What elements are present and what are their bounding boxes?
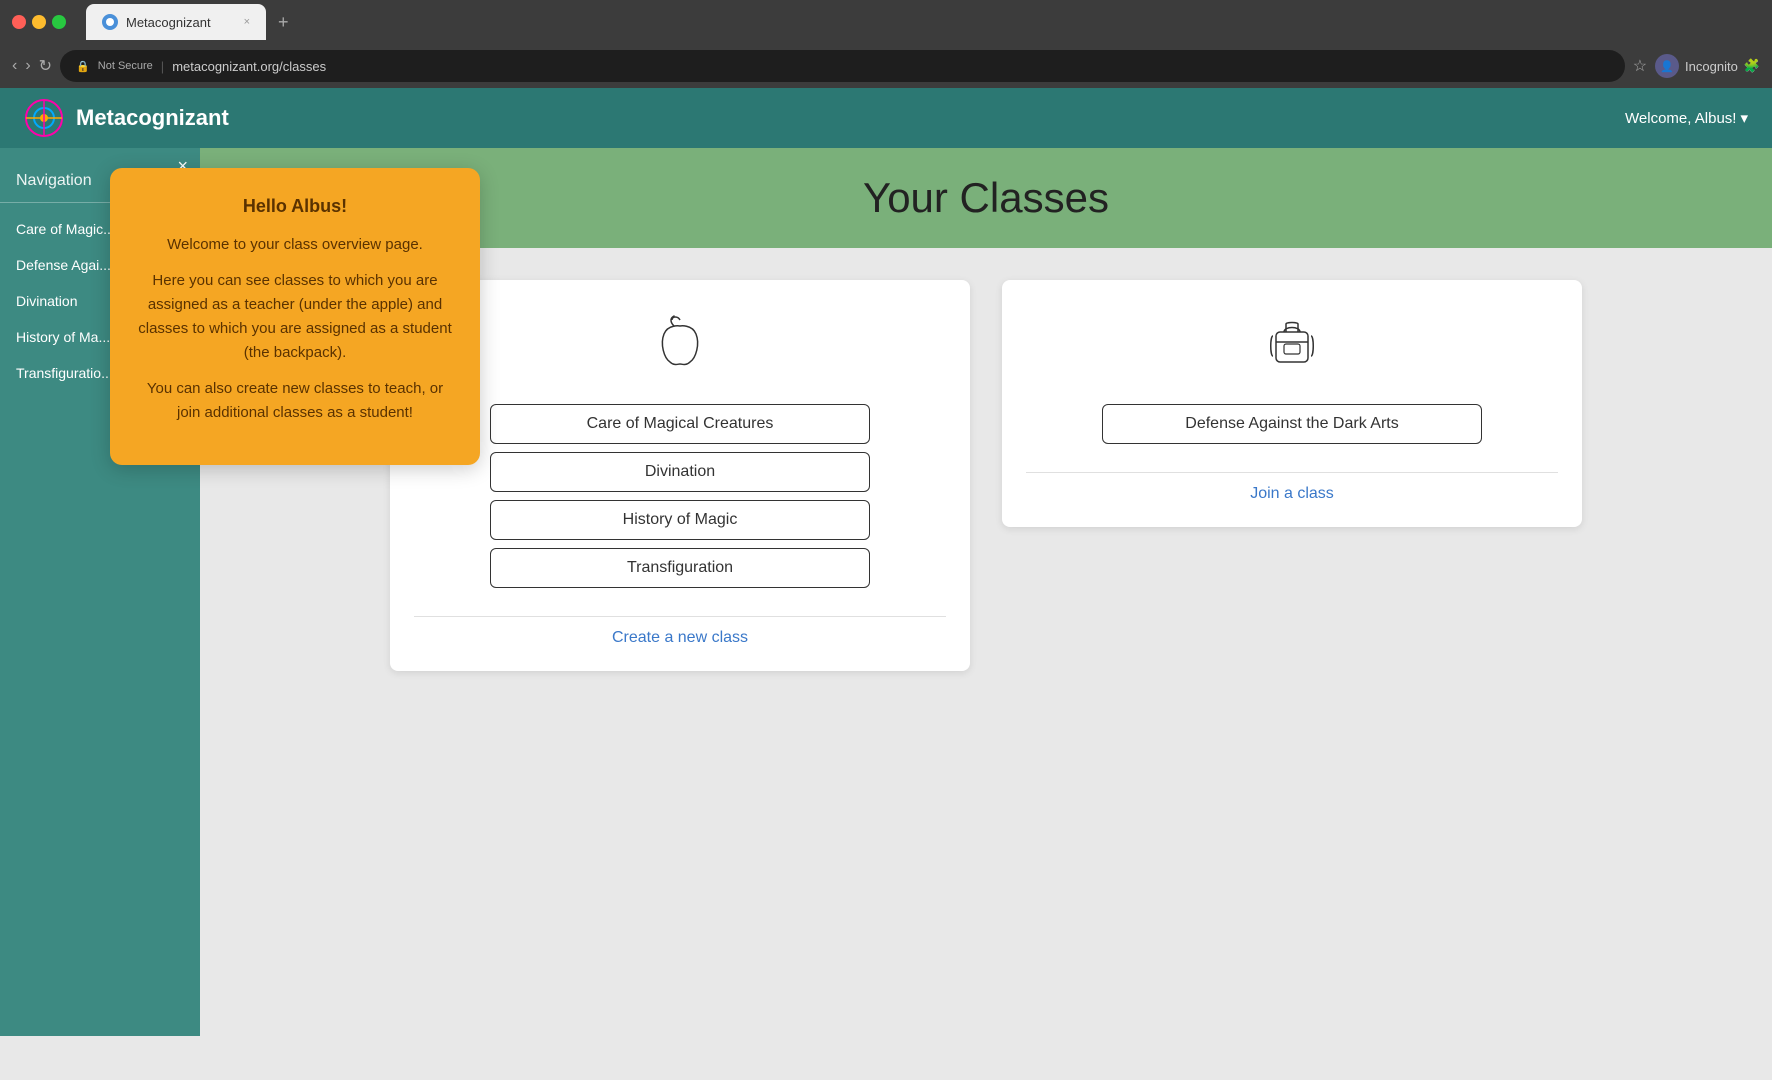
new-tab-button[interactable]: + (270, 8, 297, 37)
not-secure-label: Not Secure (98, 60, 153, 72)
create-new-class-link[interactable]: Create a new class (612, 629, 748, 647)
student-card: Defense Against the Dark Arts Join a cla… (1002, 280, 1582, 527)
forward-button[interactable]: › (25, 56, 30, 76)
traffic-lights (12, 15, 66, 29)
page-title: Your Classes (863, 174, 1109, 222)
tooltip-paragraph-2: Here you can see classes to which you ar… (138, 269, 452, 365)
teacher-card-divider (414, 616, 946, 617)
transfiguration-button[interactable]: Transfiguration (490, 548, 870, 588)
tab-favicon (102, 14, 118, 30)
url-separator: | (161, 59, 164, 74)
main-content: Your Classes Care of Magical Creatures D (200, 148, 1772, 1036)
tooltip-title: Hello Albus! (138, 196, 452, 217)
maximize-button[interactable] (52, 15, 66, 29)
backpack-icon (1262, 312, 1322, 384)
tab-title: Metacognizant (126, 15, 236, 30)
tooltip-paragraph-3: You can also create new classes to teach… (138, 377, 452, 425)
care-of-magical-creatures-button[interactable]: Care of Magical Creatures (490, 404, 870, 444)
tooltip-paragraph-1: Welcome to your class overview page. (138, 233, 452, 257)
welcome-caret-icon: ▾ (1740, 109, 1748, 127)
student-card-divider (1026, 472, 1558, 473)
url-address: metacognizant.org/classes (172, 59, 326, 74)
profile-button[interactable]: 👤 Incognito 🧩 (1655, 54, 1760, 78)
history-of-magic-button[interactable]: History of Magic (490, 500, 870, 540)
welcome-text: Welcome, Albus! (1625, 110, 1736, 127)
address-bar[interactable]: 🔒 Not Secure | metacognizant.org/classes (60, 50, 1625, 82)
app-title: Metacognizant (76, 105, 1625, 131)
divination-button[interactable]: Divination (490, 452, 870, 492)
back-button[interactable]: ‹ (12, 56, 17, 76)
lock-icon: 🔒 (76, 60, 90, 73)
profile-avatar: 👤 (1655, 54, 1679, 78)
browser-tab[interactable]: Metacognizant × (86, 4, 266, 40)
welcome-tooltip: Hello Albus! Welcome to your class overv… (110, 168, 480, 465)
profile-label: Incognito (1685, 59, 1738, 74)
minimize-button[interactable] (32, 15, 46, 29)
bookmark-button[interactable]: ☆ (1633, 56, 1647, 76)
reload-button[interactable]: ↻ (39, 56, 52, 76)
defense-against-dark-arts-button[interactable]: Defense Against the Dark Arts (1102, 404, 1482, 444)
tab-close-button[interactable]: × (244, 16, 250, 28)
close-button[interactable] (12, 15, 26, 29)
join-class-link[interactable]: Join a class (1250, 485, 1334, 503)
app-logo (24, 98, 64, 138)
welcome-menu[interactable]: Welcome, Albus! ▾ (1625, 109, 1748, 127)
profile-icon-ext: 🧩 (1744, 58, 1760, 74)
app-header: Metacognizant Welcome, Albus! ▾ (0, 88, 1772, 148)
apple-icon (650, 312, 710, 384)
